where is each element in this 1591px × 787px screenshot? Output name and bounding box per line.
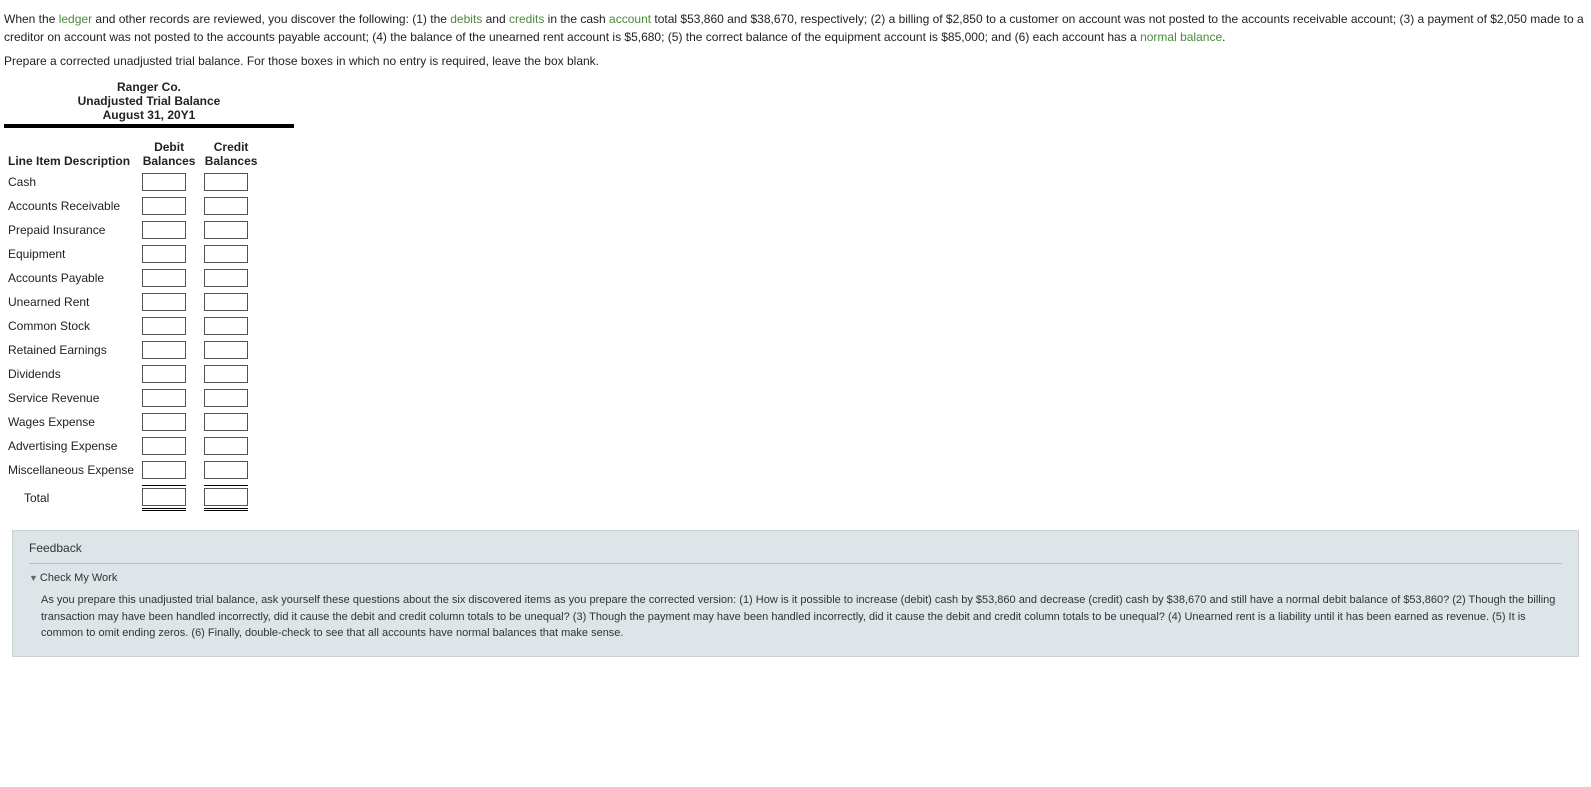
row-label: Cash <box>4 170 138 194</box>
trial-balance-header: Ranger Co. Unadjusted Trial Balance Augu… <box>4 80 294 128</box>
table-row: Prepaid Insurance <box>4 218 262 242</box>
company-name: Ranger Co. <box>4 80 294 94</box>
feedback-body: As you prepare this unadjusted trial bal… <box>29 592 1562 642</box>
row-label: Miscellaneous Expense <box>4 458 138 482</box>
term-normal-balance: normal balance <box>1140 30 1222 44</box>
row-label: Wages Expense <box>4 410 138 434</box>
row-label: Accounts Receivable <box>4 194 138 218</box>
table-row: Retained Earnings <box>4 338 262 362</box>
total-credit-input[interactable] <box>204 488 248 506</box>
problem-intro: When the ledger and other records are re… <box>4 10 1587 70</box>
debit-input[interactable] <box>142 341 186 359</box>
credit-input[interactable] <box>204 461 248 479</box>
table-row: Accounts Receivable <box>4 194 262 218</box>
row-label: Equipment <box>4 242 138 266</box>
debit-input[interactable] <box>142 461 186 479</box>
intro-paragraph-1: When the ledger and other records are re… <box>4 10 1587 46</box>
row-label: Advertising Expense <box>4 434 138 458</box>
debit-input[interactable] <box>142 317 186 335</box>
row-label: Unearned Rent <box>4 290 138 314</box>
table-row: Dividends <box>4 362 262 386</box>
row-label: Dividends <box>4 362 138 386</box>
term-ledger: ledger <box>59 12 92 26</box>
term-account: account <box>609 12 651 26</box>
credit-input[interactable] <box>204 365 248 383</box>
feedback-heading: Feedback <box>29 541 1562 564</box>
credit-input[interactable] <box>204 389 248 407</box>
debit-input[interactable] <box>142 245 186 263</box>
table-row: Wages Expense <box>4 410 262 434</box>
debit-input[interactable] <box>142 269 186 287</box>
triangle-down-icon: ▼ <box>29 573 38 583</box>
credit-input[interactable] <box>204 293 248 311</box>
debit-input[interactable] <box>142 173 186 191</box>
table-row: Accounts Payable <box>4 266 262 290</box>
row-label: Accounts Payable <box>4 266 138 290</box>
term-debits: debits <box>450 12 482 26</box>
credit-input[interactable] <box>204 341 248 359</box>
credit-input[interactable] <box>204 317 248 335</box>
term-credits: credits <box>509 12 544 26</box>
col-header-description: Line Item Description <box>4 138 138 170</box>
debit-input[interactable] <box>142 437 186 455</box>
statement-title: Unadjusted Trial Balance <box>4 94 294 108</box>
total-label: Total <box>4 482 138 514</box>
table-row: Miscellaneous Expense <box>4 458 262 482</box>
table-row: Advertising Expense <box>4 434 262 458</box>
debit-input[interactable] <box>142 221 186 239</box>
table-row: Service Revenue <box>4 386 262 410</box>
col-header-debit: Debit Balances <box>138 138 200 170</box>
debit-input[interactable] <box>142 413 186 431</box>
intro-paragraph-2: Prepare a corrected unadjusted trial bal… <box>4 52 1587 70</box>
debit-input[interactable] <box>142 389 186 407</box>
credit-input[interactable] <box>204 413 248 431</box>
credit-input[interactable] <box>204 221 248 239</box>
credit-input[interactable] <box>204 437 248 455</box>
credit-input[interactable] <box>204 269 248 287</box>
credit-input[interactable] <box>204 245 248 263</box>
debit-input[interactable] <box>142 365 186 383</box>
table-row: Cash <box>4 170 262 194</box>
table-row: Unearned Rent <box>4 290 262 314</box>
check-my-work-toggle[interactable]: ▼Check My Work <box>29 572 1562 584</box>
debit-input[interactable] <box>142 293 186 311</box>
statement-date: August 31, 20Y1 <box>4 108 294 122</box>
table-row: Equipment <box>4 242 262 266</box>
row-label: Prepaid Insurance <box>4 218 138 242</box>
trial-balance-table: Line Item Description Debit Balances Cre… <box>4 138 262 514</box>
total-debit-input[interactable] <box>142 488 186 506</box>
credit-input[interactable] <box>204 173 248 191</box>
row-label: Common Stock <box>4 314 138 338</box>
credit-input[interactable] <box>204 197 248 215</box>
feedback-panel: Feedback ▼Check My Work As you prepare t… <box>12 530 1579 657</box>
total-row: Total <box>4 482 262 514</box>
row-label: Service Revenue <box>4 386 138 410</box>
row-label: Retained Earnings <box>4 338 138 362</box>
trial-balance: Ranger Co. Unadjusted Trial Balance Augu… <box>4 80 1587 514</box>
table-row: Common Stock <box>4 314 262 338</box>
debit-input[interactable] <box>142 197 186 215</box>
col-header-credit: Credit Balances <box>200 138 262 170</box>
